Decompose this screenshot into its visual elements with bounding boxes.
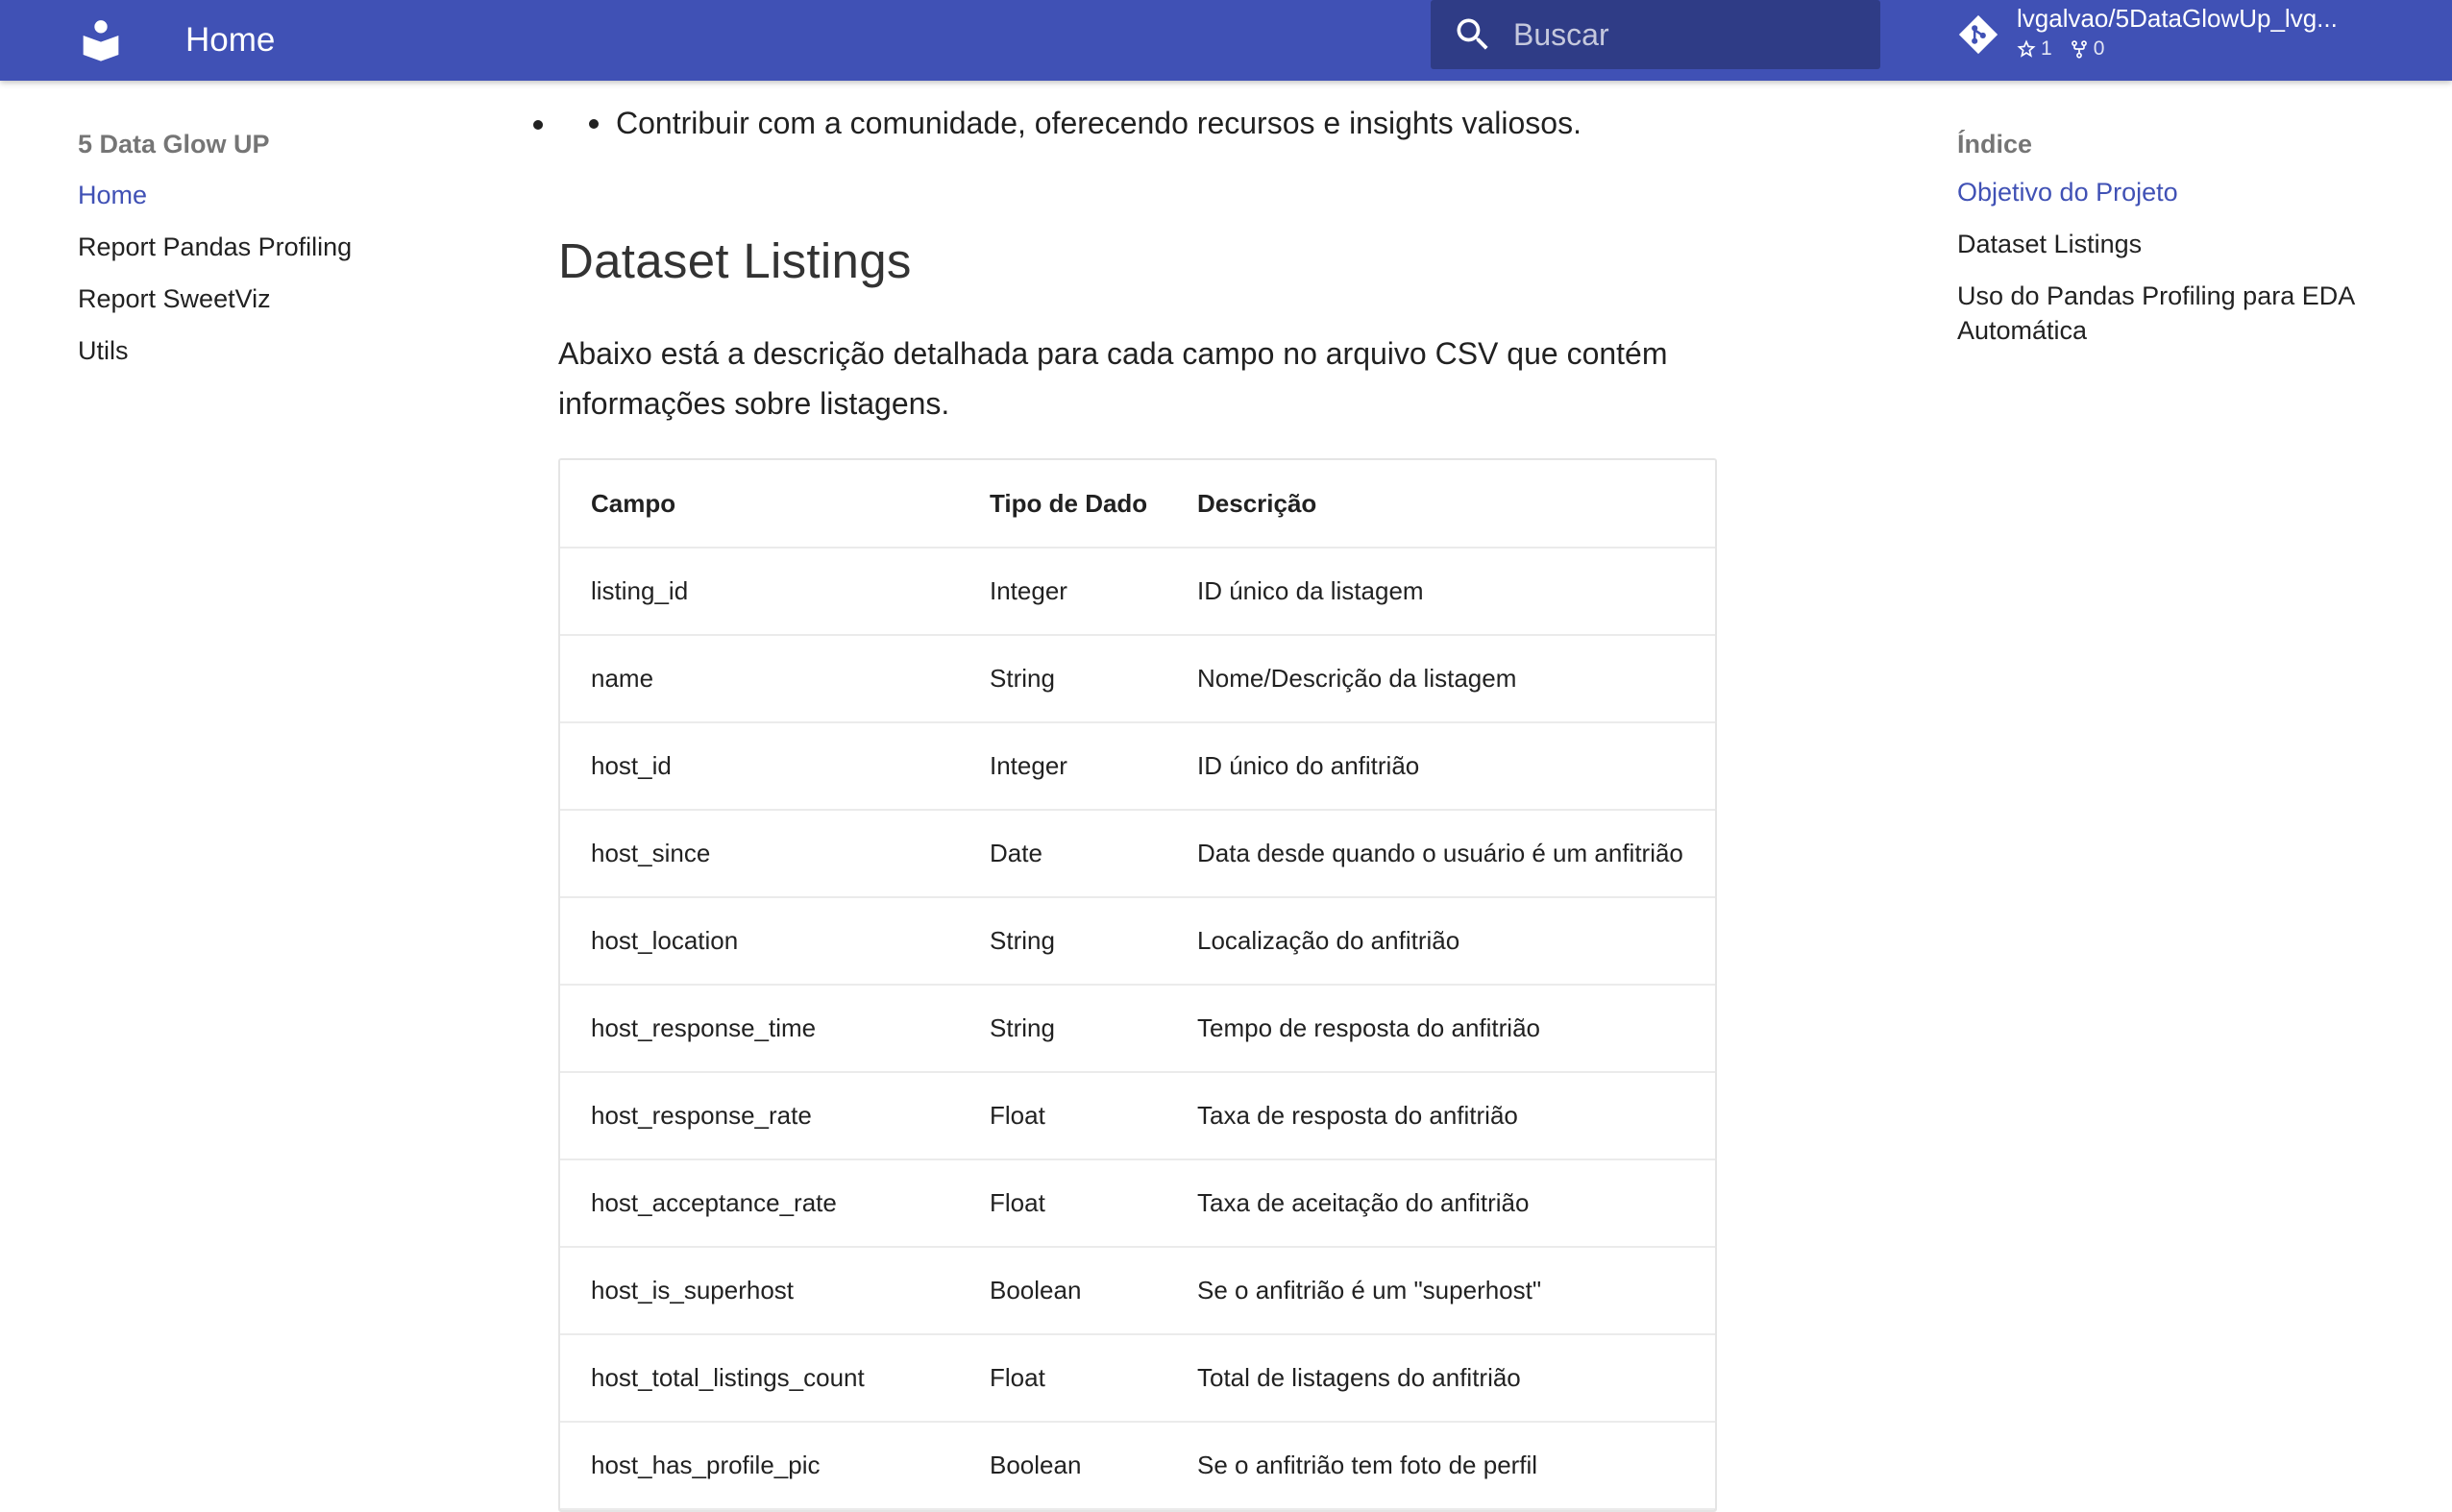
cell-description: Nome/Descrição da listagem [1166,635,1715,723]
cell-description: ID único da listagem [1166,548,1715,636]
repo-facts: 1 0 [2017,37,2121,61]
cell-description: ID único do anfitrião [1166,722,1715,811]
nav-item-utils[interactable]: Utils [78,330,443,382]
cell-field: host_has_profile_pic [560,1422,959,1510]
toc-item-objetivo[interactable]: Objetivo do Projeto [1957,175,2409,209]
cell-type: Float [959,1334,1166,1423]
cell-field: host_total_listings_count [560,1334,959,1423]
column-header-tipo: Tipo de Dado [959,460,1166,549]
column-header-descricao: Descrição [1166,460,1715,549]
cell-field: host_since [560,810,959,898]
cell-description: Localização do anfitrião [1166,897,1715,986]
search-input[interactable] [1513,0,1869,69]
cell-field: host_response_rate [560,1072,959,1160]
bullet-list: Contribuir com a comunidade, oferecendo … [558,104,1827,142]
top-header: Home lvgalvao/5DataGlowUp_lvg... 1 [0,0,2452,81]
fields-table: Campo Tipo de Dado Descrição listing_id … [558,458,1717,1512]
cell-type: Boolean [959,1422,1166,1510]
cell-field: host_acceptance_rate [560,1159,959,1248]
star-outline-icon [2017,39,2036,58]
cell-field: name [560,635,959,723]
cell-type: Date [959,810,1166,898]
toc-title: Índice [1957,130,2033,159]
repo-link[interactable]: lvgalvao/5DataGlowUp_lvg... 1 0 [1956,0,2369,69]
cell-type: Float [959,1159,1166,1248]
cell-field: host_response_time [560,985,959,1073]
table-row: host_response_rate Float Taxa de respost… [560,1072,1715,1160]
table-row: host_response_time String Tempo de respo… [560,985,1715,1073]
table-row: host_has_profile_pic Boolean Se o anfitr… [560,1422,1715,1510]
cell-description: Se o anfitrião é um "superhost" [1166,1247,1715,1335]
header-title: Home [185,21,276,59]
repo-name: lvgalvao/5DataGlowUp_lvg... [2017,4,2338,33]
table-header-row: Campo Tipo de Dado Descrição [560,460,1715,549]
table-row: listing_id Integer ID único da listagem [560,548,1715,636]
table-of-contents: Índice Objetivo do Projeto Dataset Listi… [1957,123,2409,365]
table-row: host_total_listings_count Float Total de… [560,1334,1715,1423]
cell-type: String [959,897,1166,986]
table-row: name String Nome/Descrição da listagem [560,635,1715,723]
cell-type: Float [959,1072,1166,1160]
section-title: Dataset Listings [558,233,912,288]
cell-type: String [959,985,1166,1073]
cell-description: Total de listagens do anfitrião [1166,1334,1715,1423]
cell-field: host_is_superhost [560,1247,959,1335]
primary-nav: 5 Data Glow UP Home Report Pandas Profil… [78,123,443,382]
search-icon[interactable] [1452,13,1494,56]
repo-stars: 1 [2017,37,2052,61]
table-row: host_is_superhost Boolean Se o anfitrião… [560,1247,1715,1335]
nav-item-home[interactable]: Home [78,175,443,227]
column-header-campo: Campo [560,460,959,549]
nav-item-report-sweetviz[interactable]: Report SweetViz [78,279,443,330]
fork-icon [2071,40,2087,59]
cell-field: host_id [560,722,959,811]
cell-type: Integer [959,548,1166,636]
table-row: host_id Integer ID único do anfitrião [560,722,1715,811]
search-box[interactable] [1431,0,1880,69]
cell-description: Data desde quando o usuário é um anfitri… [1166,810,1715,898]
intro-paragraph: Abaixo está a descrição detalhada para c… [558,336,1668,421]
cell-description: Taxa de resposta do anfitrião [1166,1072,1715,1160]
table-row: host_location String Localização do anfi… [560,897,1715,986]
repo-stars-count: 1 [2041,37,2052,60]
cell-field: host_location [560,897,959,986]
cell-description: Se o anfitrião tem foto de perfil [1166,1422,1715,1510]
nav-title: 5 Data Glow UP [78,130,270,159]
cell-description: Tempo de resposta do anfitrião [1166,985,1715,1073]
table-row: host_since Date Data desde quando o usuá… [560,810,1715,898]
cell-description: Taxa de aceitação do anfitrião [1166,1159,1715,1248]
toc-item-pandas-profiling[interactable]: Uso do Pandas Profiling para EDA Automát… [1957,279,2409,348]
list-item: Contribuir com a comunidade, oferecendo … [558,104,1827,142]
book-reader-icon [83,20,119,61]
cell-type: String [959,635,1166,723]
repo-forks-count: 0 [2093,37,2105,60]
table-row: host_acceptance_rate Float Taxa de aceit… [560,1159,1715,1248]
cell-type: Integer [959,722,1166,811]
repo-forks: 0 [2070,37,2105,61]
cell-type: Boolean [959,1247,1166,1335]
git-diamond-icon [1958,14,1998,55]
nav-item-report-pandas-profiling[interactable]: Report Pandas Profiling [78,227,443,279]
site-logo[interactable] [77,13,125,67]
cell-field: listing_id [560,548,959,636]
toc-item-dataset-listings[interactable]: Dataset Listings [1957,227,2409,261]
